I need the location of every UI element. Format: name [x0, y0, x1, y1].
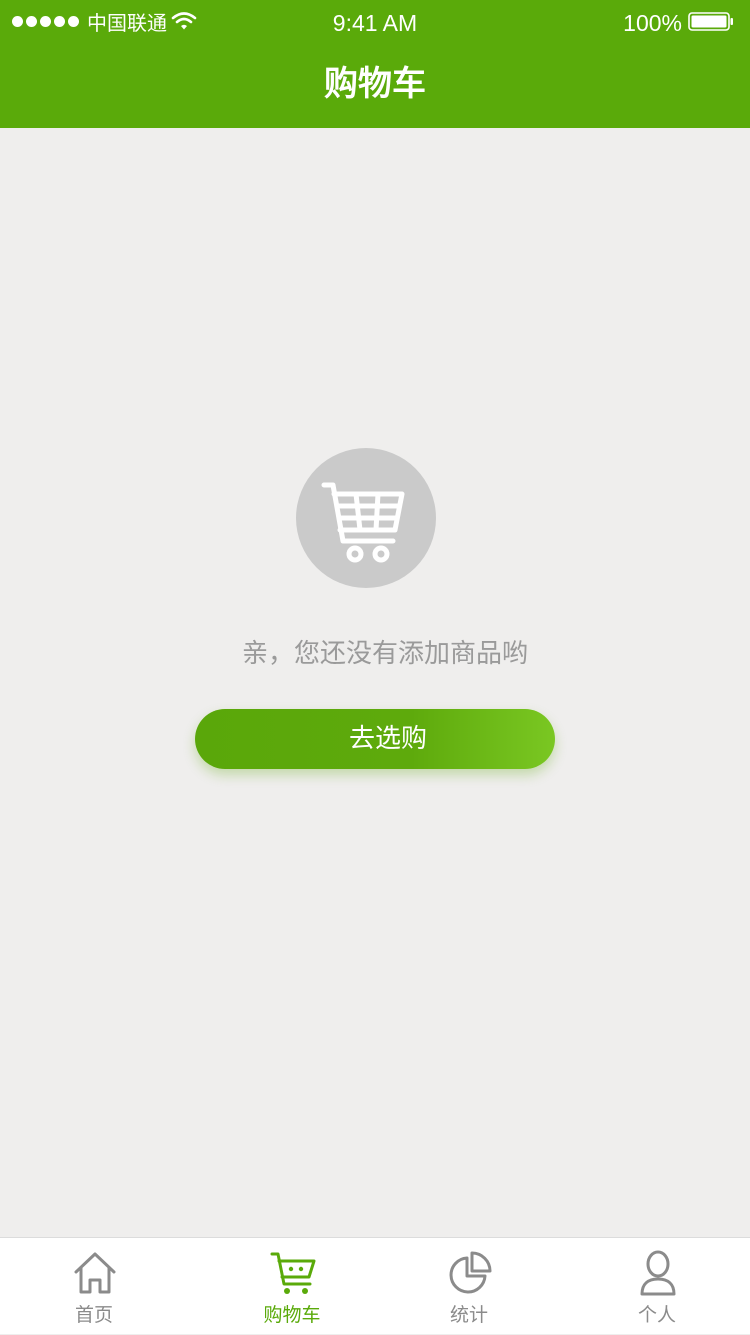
tab-profile[interactable]: 个人 — [602, 1238, 712, 1335]
tab-stats-label: 统计 — [449, 1304, 488, 1326]
shopping-cart-icon — [321, 482, 405, 563]
tab-home[interactable]: 首页 — [39, 1238, 149, 1335]
tab-cart[interactable]: 购物车 — [237, 1238, 347, 1335]
tab-cart-label: 购物车 — [263, 1304, 321, 1326]
status-bar: 中国联通 9:41 AM 100% — [0, 0, 750, 44]
header: 中国联通 9:41 AM 100% 购物车 — [0, 0, 750, 128]
person-icon — [640, 1250, 676, 1296]
battery-percentage: 100% — [623, 10, 682, 36]
go-shopping-button[interactable]: 去选购 — [195, 709, 555, 769]
empty-cart-message: 亲，您还没有添加商品哟 — [241, 639, 528, 669]
pie-chart-icon — [449, 1251, 492, 1294]
go-shopping-button-label: 去选购 — [348, 724, 427, 754]
battery-icon — [688, 12, 733, 31]
page-title: 购物车 — [324, 64, 426, 104]
tab-stats[interactable]: 统计 — [414, 1238, 524, 1335]
tab-profile-label: 个人 — [637, 1304, 676, 1326]
cart-icon — [270, 1252, 316, 1294]
empty-cart-illustration — [296, 448, 436, 588]
tab-bar: 首页 购物车 统计 个人 — [0, 1237, 750, 1334]
home-icon — [74, 1252, 116, 1294]
tab-home-label: 首页 — [74, 1304, 113, 1326]
